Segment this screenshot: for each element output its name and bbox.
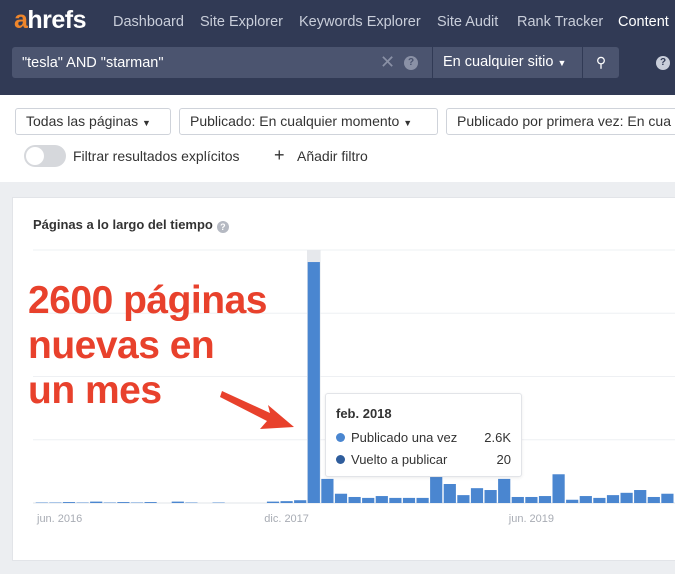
tooltip-row: Publicado una vez 2.6K [336,430,511,446]
tooltip-row: Vuelto a publicar 20 [336,452,511,468]
bar[interactable] [280,501,293,503]
series-dot-icon [336,433,345,442]
bar[interactable] [375,496,388,503]
bar[interactable] [362,497,375,503]
bar[interactable] [593,497,606,503]
bar[interactable] [647,496,660,503]
bar[interactable] [321,478,334,503]
bar[interactable] [144,502,157,503]
bar[interactable] [334,493,348,503]
bar[interactable] [525,496,538,503]
bar[interactable] [511,496,524,503]
series-dot-icon [336,455,345,464]
bar[interactable] [430,477,443,503]
bar[interactable] [402,497,416,503]
bar[interactable] [443,484,456,503]
arrow-icon [220,391,294,429]
bar[interactable] [634,490,647,503]
bar[interactable] [470,488,484,503]
bar[interactable] [498,478,511,503]
x-tick-label: jun. 2016 [36,513,82,525]
bar[interactable] [62,502,76,503]
bar[interactable] [566,499,579,503]
bar[interactable] [620,492,633,503]
bar[interactable] [416,497,429,503]
bar[interactable] [307,262,320,503]
bar[interactable] [579,496,592,503]
bar[interactable] [389,497,402,503]
bar[interactable] [606,495,620,503]
bar[interactable] [484,490,497,503]
chart-tooltip: feb. 2018 Publicado una vez 2.6K Vuelto a… [325,393,522,477]
bar[interactable] [552,474,565,503]
bar[interactable] [294,500,307,503]
tooltip-title: feb. 2018 [336,406,392,421]
bar[interactable] [661,493,674,503]
x-tick-label: dic. 2017 [264,513,309,525]
bar[interactable] [171,501,184,503]
bar[interactable] [90,501,103,503]
x-tick-label: jun. 2019 [508,513,554,525]
bar[interactable] [117,502,130,503]
bar[interactable] [538,496,552,503]
bar[interactable] [457,495,470,503]
bar[interactable] [266,501,280,503]
bar[interactable] [348,496,361,503]
